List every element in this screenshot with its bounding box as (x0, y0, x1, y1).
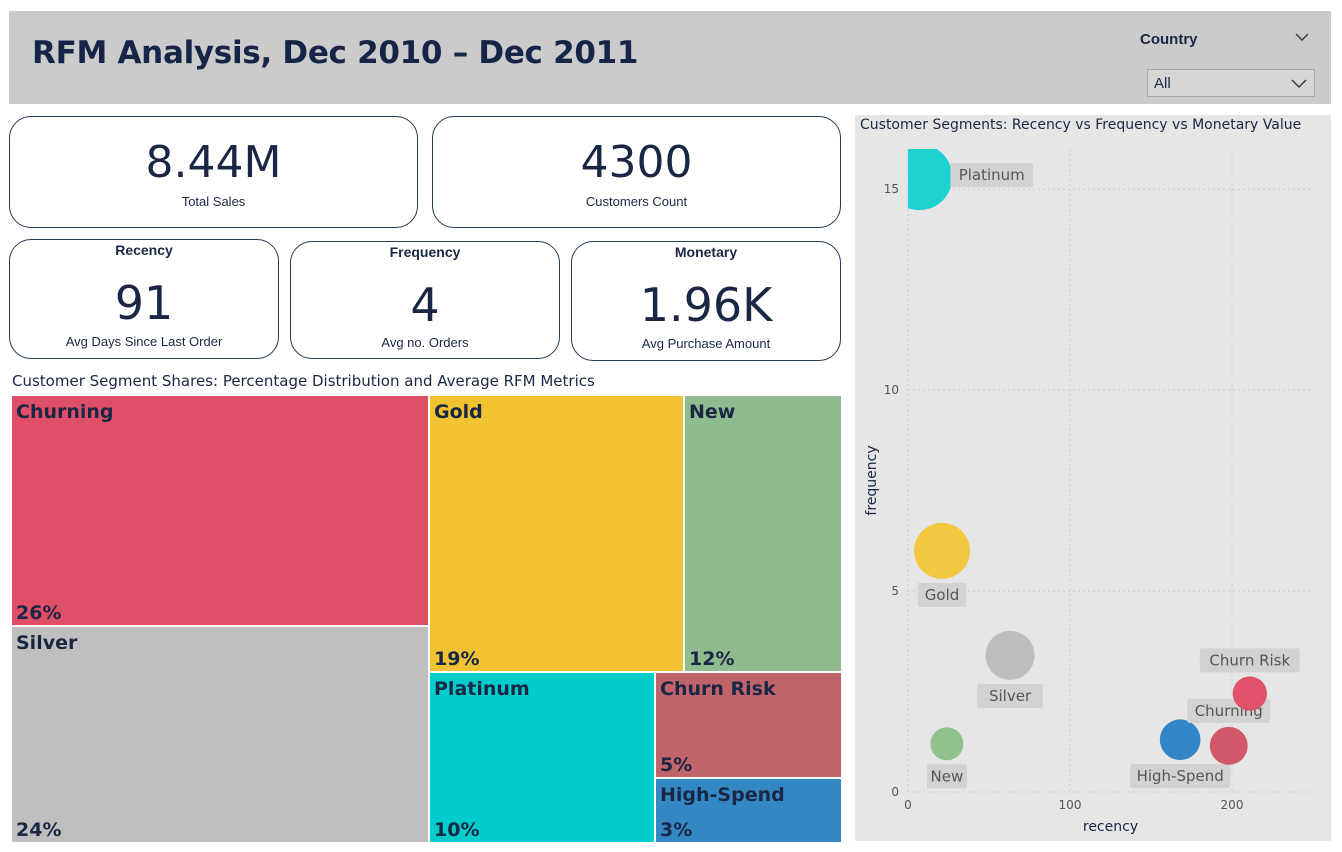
x-tick-label: 200 (1221, 798, 1244, 812)
bubble-new[interactable] (930, 727, 964, 761)
treemap-tile-share: 26% (16, 602, 62, 624)
bubble-platinum[interactable] (886, 144, 953, 211)
bubble-chart-title: Customer Segments: Recency vs Frequency … (860, 117, 1302, 133)
header-bar: RFM Analysis, Dec 2010 – Dec 2011 Countr… (9, 11, 1331, 104)
treemap-tile-churn-risk[interactable]: Churn Risk 5% (655, 672, 842, 778)
treemap-tile-gold[interactable]: Gold 19% (429, 395, 684, 672)
data-label: Churn Risk (1209, 651, 1290, 669)
treemap-tile-share: 12% (689, 648, 735, 670)
monetary-title: Monetary (674, 244, 738, 260)
treemap-tile-label: Churn Risk (660, 678, 776, 700)
x-tick-label: 0 (904, 798, 912, 812)
data-label: Silver (989, 687, 1032, 705)
treemap-tile-share: 10% (434, 819, 480, 841)
treemap-tile-share: 5% (660, 754, 693, 776)
customers-count-card: 4300 Customers Count (432, 116, 841, 228)
country-slicer[interactable]: Country All (1140, 27, 1315, 97)
total-sales-label: Total Sales (181, 194, 246, 209)
frequency-label: Avg no. Orders (381, 335, 469, 350)
slicer-label: Country (1140, 31, 1198, 48)
monetary-label: Avg Purchase Amount (641, 336, 771, 351)
y-tick-label: 10 (884, 383, 899, 397)
x-tick-label: 100 (1059, 798, 1082, 812)
frequency-value: 4 (410, 278, 440, 332)
frequency-title: Frequency (389, 244, 461, 260)
y-axis-title: frequency (864, 445, 880, 515)
treemap-tile-label: New (689, 401, 736, 423)
data-label: Platinum (959, 166, 1025, 184)
chevron-down-icon[interactable] (1294, 31, 1310, 43)
frequency-card: Frequency 4 Avg no. Orders (290, 241, 560, 359)
bubble-chart-panel: 0 100 200 0 5 10 15 recency frequency Platinum Gol… (855, 115, 1331, 841)
chevron-down-icon[interactable] (1290, 76, 1308, 90)
bubble-silver[interactable] (985, 630, 1035, 680)
treemap-tile-share: 24% (16, 819, 62, 841)
treemap-tile-share: 3% (660, 819, 693, 841)
slicer-value: All (1154, 75, 1171, 92)
recency-label: Avg Days Since Last Order (65, 334, 223, 349)
data-label: New (931, 767, 964, 785)
segment-treemap: Churning 26% Silver 24% Gold 19% New 12% Platinu… (11, 395, 842, 843)
x-axis-title: recency (1083, 819, 1138, 835)
recency-card: Recency 91 Avg Days Since Last Order (9, 239, 279, 359)
bubble-churn-risk[interactable] (1232, 676, 1267, 711)
total-sales-value: 8.44M (145, 137, 282, 188)
bubble-gold[interactable] (914, 522, 971, 579)
page-title: RFM Analysis, Dec 2010 – Dec 2011 (32, 35, 639, 71)
treemap-tile-label: Gold (434, 401, 483, 423)
treemap-tile-silver[interactable]: Silver 24% (11, 626, 429, 843)
bubble-high-spend[interactable] (1159, 719, 1201, 761)
treemap-title: Customer Segment Shares: Percentage Dist… (12, 372, 595, 390)
recency-title: Recency (115, 242, 173, 258)
bubble-chart: 0 100 200 0 5 10 15 recency frequency Platinum Gol… (864, 144, 1313, 835)
y-tick-label: 5 (891, 584, 899, 598)
bubble-churning[interactable] (1209, 726, 1248, 765)
data-label: High-Spend (1137, 767, 1224, 785)
recency-value: 91 (114, 276, 174, 330)
treemap-tile-share: 19% (434, 648, 480, 670)
treemap-tile-label: Churning (16, 401, 114, 423)
monetary-value: 1.96K (639, 278, 773, 332)
customers-count-value: 4300 (580, 137, 693, 188)
data-label: Gold (925, 586, 960, 604)
treemap-tile-label: High-Spend (660, 784, 785, 806)
y-tick-label: 0 (891, 785, 899, 799)
y-tick-label: 15 (884, 182, 899, 196)
total-sales-card: 8.44M Total Sales (9, 116, 418, 228)
customers-count-label: Customers Count (585, 194, 688, 209)
treemap-tile-high-spend[interactable]: High-Spend 3% (655, 778, 842, 843)
treemap-tile-label: Platinum (434, 678, 530, 700)
treemap-tile-churning[interactable]: Churning 26% (11, 395, 429, 626)
treemap-tile-label: Silver (16, 632, 78, 654)
country-dropdown[interactable]: All (1147, 69, 1315, 97)
monetary-card: Monetary 1.96K Avg Purchase Amount (571, 241, 841, 361)
treemap-tile-new[interactable]: New 12% (684, 395, 842, 672)
treemap-tile-platinum[interactable]: Platinum 10% (429, 672, 655, 843)
